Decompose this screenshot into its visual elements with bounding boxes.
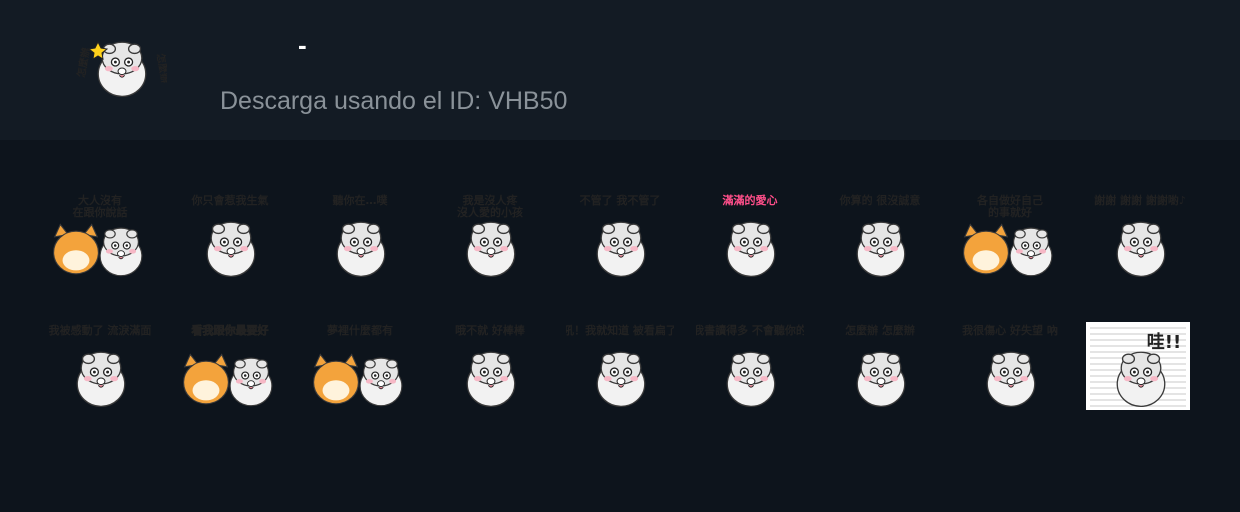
sticker-caption: 看我跟你最要好: [192, 323, 269, 337]
pack-title: -: [298, 30, 307, 60]
sticker-seal-thanks-icon[interactable]: 謝謝 謝謝 謝謝喲♪: [1086, 192, 1194, 288]
sticker-caption: 大人沒有: [78, 193, 122, 207]
sticker-seal-crying-pink-icon[interactable]: 我被感動了 流淚滿面: [46, 322, 154, 418]
sticker-caption: 不管了 我不管了: [580, 193, 661, 207]
sticker-seal-lying-icon[interactable]: 你只會惹我生氣: [176, 192, 284, 288]
sticker-seal-sad-icon[interactable]: 我很傷心 好失望 吶: [956, 322, 1064, 418]
sticker-seal-phone-heart-icon[interactable]: 滿滿的愛心: [696, 192, 804, 288]
sticker-caption: 聽你在…噗: [333, 193, 389, 207]
sticker-caption: 我是沒人疼: [463, 193, 519, 207]
sticker-seal-sparkle-icon[interactable]: 你算的 很沒誠意: [826, 192, 934, 288]
sticker-caption: 你算的 很沒誠意: [839, 193, 921, 207]
sticker-caption: 夢裡什麼都有: [327, 323, 393, 337]
sticker-seal-dreaming-icon[interactable]: 夢裡什麼都有: [306, 322, 414, 418]
sticker-grid: 大人沒有 在跟你說話 你只會惹我生氣 聽你在…噗 我是沒人疼 沒人愛的小孩 不管了 我不管了…: [46, 192, 1206, 422]
sticker-seal-laughing-icon[interactable]: 聽你在…噗: [306, 192, 414, 288]
sticker-caption: 滿滿的愛心: [723, 193, 778, 207]
sticker-caption: 吼！我就知道 被看扁了: [566, 323, 674, 337]
sticker-caption: 在跟你說話: [73, 205, 128, 219]
download-id-text: Descarga usando el ID: VHB50: [220, 87, 568, 115]
sticker-caption: 沒人愛的小孩: [457, 205, 523, 219]
sticker-seal-rain-icon[interactable]: 我是沒人疼 沒人愛的小孩: [436, 192, 544, 288]
sticker-seal-shocked-icon[interactable]: 哇!!: [1086, 322, 1194, 418]
sticker-caption: 的事就好: [988, 205, 1032, 219]
sticker-caption: 哦不就 好棒棒: [455, 323, 526, 337]
sticker-caption: 謝謝 謝謝 謝謝喲♪: [1094, 193, 1186, 207]
sticker-seal-newspaper-icon[interactable]: 吼！我就知道 被看扁了: [563, 322, 677, 418]
pack-header: 怎麼辦 怎麼辦 - Descarga usando el ID: VHB50: [0, 0, 1240, 140]
sticker-seal-shiba-hug-icon[interactable]: 看我跟你最要好: [176, 322, 284, 418]
svg-text:怎麼辦: 怎麼辦: [154, 52, 167, 84]
svg-text:怎麼辦: 怎麼辦: [75, 47, 92, 79]
sticker-caption: 我很傷心 好失望 吶: [962, 323, 1058, 337]
sticker-caption: 怎麼辦 怎麼辦: [845, 323, 915, 337]
sticker-caption: 你只會惹我生氣: [191, 193, 269, 207]
sticker-caption: 我被感動了 流淚滿面: [49, 323, 152, 337]
sticker-seal-flopping-icon[interactable]: 不管了 我不管了: [566, 192, 674, 288]
sticker-caption: 哇!!: [1147, 332, 1181, 353]
sticker-caption: 我書讀得多 不會聽你的: [696, 323, 804, 337]
sticker-caption: 各自做好自己: [976, 193, 1043, 207]
sticker-seal-book-icon[interactable]: 我書讀得多 不會聽你的: [693, 322, 807, 418]
white-seal-character-icon: 怎麼辦 怎麼辦: [74, 24, 172, 110]
sticker-seal-shiba-sofa-icon[interactable]: 各自做好自己 的事就好: [956, 192, 1064, 288]
sticker-seal-with-shiba-icon[interactable]: 大人沒有 在跟你說話: [46, 192, 154, 288]
sticker-seal-surprised-icon[interactable]: 怎麼辦 怎麼辦: [826, 322, 934, 418]
sticker-seal-thumbs-icon[interactable]: 哦不就 好棒棒: [436, 322, 544, 418]
